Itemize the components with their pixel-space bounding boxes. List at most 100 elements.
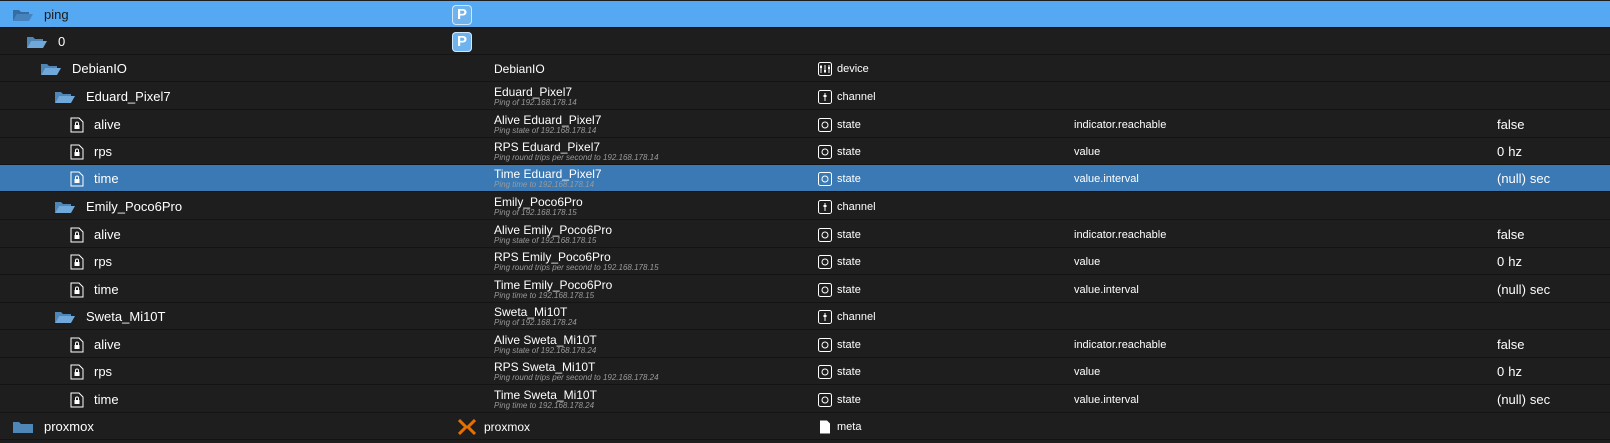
tree-row-time[interactable]: time Time Sweta_Mi10T Ping time to 192.1… bbox=[0, 386, 1610, 413]
tree-row-alive[interactable]: alive Alive Sweta_Mi10T Ping state of 19… bbox=[0, 331, 1610, 358]
object-id: rps bbox=[94, 144, 113, 159]
tree-row-ping[interactable]: ping P bbox=[0, 1, 1610, 28]
tree-row-0[interactable]: 0 P bbox=[0, 28, 1610, 55]
object-description: Ping of 192.168.178.15 bbox=[494, 207, 577, 217]
tree-row-eduard-pixel7[interactable]: Eduard_Pixel7 Eduard_Pixel7 Ping of 192.… bbox=[0, 83, 1610, 110]
value-cell[interactable]: (null) sec bbox=[1497, 386, 1550, 413]
object-id: rps bbox=[94, 254, 113, 269]
state-icon bbox=[818, 282, 832, 297]
name-cell: Time Emily_Poco6Pro Ping time to 192.168… bbox=[494, 276, 612, 303]
tree-row-rps[interactable]: rps RPS Eduard_Pixel7 Ping round trips p… bbox=[0, 138, 1610, 165]
state-unit: hz bbox=[1508, 254, 1522, 269]
object-description: Ping time to 192.168.178.14 bbox=[494, 179, 595, 189]
value-cell[interactable]: false bbox=[1497, 221, 1524, 248]
object-description: Ping round trips per second to 192.168.1… bbox=[494, 262, 659, 272]
role-label: channel bbox=[837, 90, 876, 103]
name-cell: Alive Eduard_Pixel7 Ping state of 192.16… bbox=[494, 111, 601, 138]
id-cell: rps bbox=[0, 248, 112, 275]
tree-row-proxmox[interactable]: proxmox proxmox meta bbox=[0, 413, 1610, 440]
tree-row-emily-poco6pro[interactable]: Emily_Poco6Pro Emily_Poco6Pro Ping of 19… bbox=[0, 193, 1610, 220]
id-cell: time bbox=[0, 276, 119, 303]
object-name: Alive Emily_Poco6Pro bbox=[494, 222, 613, 237]
id-cell: alive bbox=[0, 331, 121, 358]
id-cell: Eduard_Pixel7 bbox=[0, 83, 171, 110]
folder-open-icon[interactable] bbox=[40, 62, 62, 76]
role-cell: state bbox=[818, 276, 861, 303]
tree-row-rps[interactable]: rps RPS Emily_Poco6Pro Ping round trips … bbox=[0, 248, 1610, 275]
object-description: Ping round trips per second to 192.168.1… bbox=[494, 372, 659, 382]
folder-open-icon[interactable] bbox=[54, 200, 76, 214]
object-name: Time Emily_Poco6Pro bbox=[494, 277, 613, 292]
folder-closed-icon[interactable] bbox=[12, 420, 34, 434]
state-value: 0 bbox=[1497, 254, 1505, 269]
tree-row-debianio[interactable]: DebianIO DebianIO device bbox=[0, 55, 1610, 82]
role-label: state bbox=[837, 393, 861, 406]
id-cell: Sweta_Mi10T bbox=[0, 303, 165, 330]
value-cell[interactable]: false bbox=[1497, 111, 1524, 138]
tree-row-time[interactable]: time Time Emily_Poco6Pro Ping time to 19… bbox=[0, 276, 1610, 303]
id-cell: Emily_Poco6Pro bbox=[0, 193, 182, 220]
name-cell: Eduard_Pixel7 Ping of 192.168.178.14 bbox=[494, 83, 577, 110]
tree-row-sweta-mi10t[interactable]: Sweta_Mi10T Sweta_Mi10T Ping of 192.168.… bbox=[0, 303, 1610, 330]
folder-open-icon[interactable] bbox=[12, 8, 34, 22]
state-value: (null) bbox=[1497, 171, 1526, 186]
file-lock-icon bbox=[70, 171, 84, 186]
object-description: Ping round trips per second to 192.168.1… bbox=[494, 152, 659, 162]
value-cell[interactable]: 0 hz bbox=[1497, 248, 1522, 275]
name-cell: P bbox=[452, 28, 472, 55]
role-label: state bbox=[837, 228, 861, 241]
state-unit: hz bbox=[1508, 144, 1522, 159]
name-cell: Time Sweta_Mi10T Ping time to 192.168.17… bbox=[494, 386, 597, 413]
tree-row-alive[interactable]: alive Alive Eduard_Pixel7 Ping state of … bbox=[0, 111, 1610, 138]
state-unit: sec bbox=[1529, 171, 1551, 186]
state-value: (null) bbox=[1497, 282, 1526, 297]
object-description: Ping time to 192.168.178.15 bbox=[494, 290, 595, 300]
role-cell: state bbox=[818, 111, 861, 138]
state-value: 0 bbox=[1497, 364, 1505, 379]
state-icon bbox=[818, 364, 832, 379]
value-cell[interactable]: (null) sec bbox=[1497, 276, 1550, 303]
name-cell: RPS Sweta_Mi10T Ping round trips per sec… bbox=[494, 358, 659, 385]
id-cell: alive bbox=[0, 221, 121, 248]
proxmox-logo-icon bbox=[458, 418, 476, 435]
value-cell[interactable]: 0 hz bbox=[1497, 138, 1522, 165]
name-cell: Alive Emily_Poco6Pro Ping state of 192.1… bbox=[494, 221, 612, 248]
id-cell: 0 bbox=[0, 28, 65, 55]
object-id: 0 bbox=[58, 34, 66, 49]
state-icon bbox=[818, 392, 832, 407]
state-value: false bbox=[1497, 117, 1525, 132]
role-cell: state bbox=[818, 331, 861, 358]
folder-open-icon[interactable] bbox=[54, 310, 76, 324]
id-cell: rps bbox=[0, 358, 112, 385]
value-cell[interactable]: false bbox=[1497, 331, 1524, 358]
object-id: Sweta_Mi10T bbox=[86, 309, 166, 324]
tree-row-alive[interactable]: alive Alive Emily_Poco6Pro Ping state of… bbox=[0, 221, 1610, 248]
id-cell: DebianIO bbox=[0, 55, 127, 82]
role-cell: channel bbox=[818, 83, 876, 110]
folder-open-icon[interactable] bbox=[54, 90, 76, 104]
type-cell: indicator.reachable bbox=[1074, 228, 1167, 241]
object-id: Eduard_Pixel7 bbox=[86, 89, 171, 104]
name-cell: RPS Eduard_Pixel7 Ping round trips per s… bbox=[494, 138, 659, 165]
tree-row-time-selected[interactable]: time Time Eduard_Pixel7 Ping time to 192… bbox=[0, 165, 1610, 192]
folder-open-icon[interactable] bbox=[26, 35, 48, 49]
value-cell[interactable]: 0 hz bbox=[1497, 358, 1522, 385]
type-cell: indicator.reachable bbox=[1074, 118, 1167, 131]
object-name: Sweta_Mi10T bbox=[494, 304, 568, 319]
id-cell: time bbox=[0, 165, 119, 192]
role-label: state bbox=[837, 365, 861, 378]
tree-row-rps[interactable]: rps RPS Sweta_Mi10T Ping round trips per… bbox=[0, 358, 1610, 385]
object-description: Ping time to 192.168.178.24 bbox=[494, 400, 595, 410]
id-cell: ping bbox=[0, 1, 69, 28]
role-label: meta bbox=[837, 420, 862, 433]
state-unit: sec bbox=[1529, 392, 1551, 407]
object-name: RPS Emily_Poco6Pro bbox=[494, 249, 611, 264]
id-cell: time bbox=[0, 386, 119, 413]
id-cell: rps bbox=[0, 138, 112, 165]
role-cell: state bbox=[818, 248, 861, 275]
object-id: DebianIO bbox=[72, 61, 127, 76]
role-label: state bbox=[837, 338, 861, 351]
name-cell: Time Eduard_Pixel7 Ping time to 192.168.… bbox=[494, 165, 602, 192]
object-name: Eduard_Pixel7 bbox=[494, 84, 573, 99]
value-cell[interactable]: (null) sec bbox=[1497, 165, 1550, 192]
